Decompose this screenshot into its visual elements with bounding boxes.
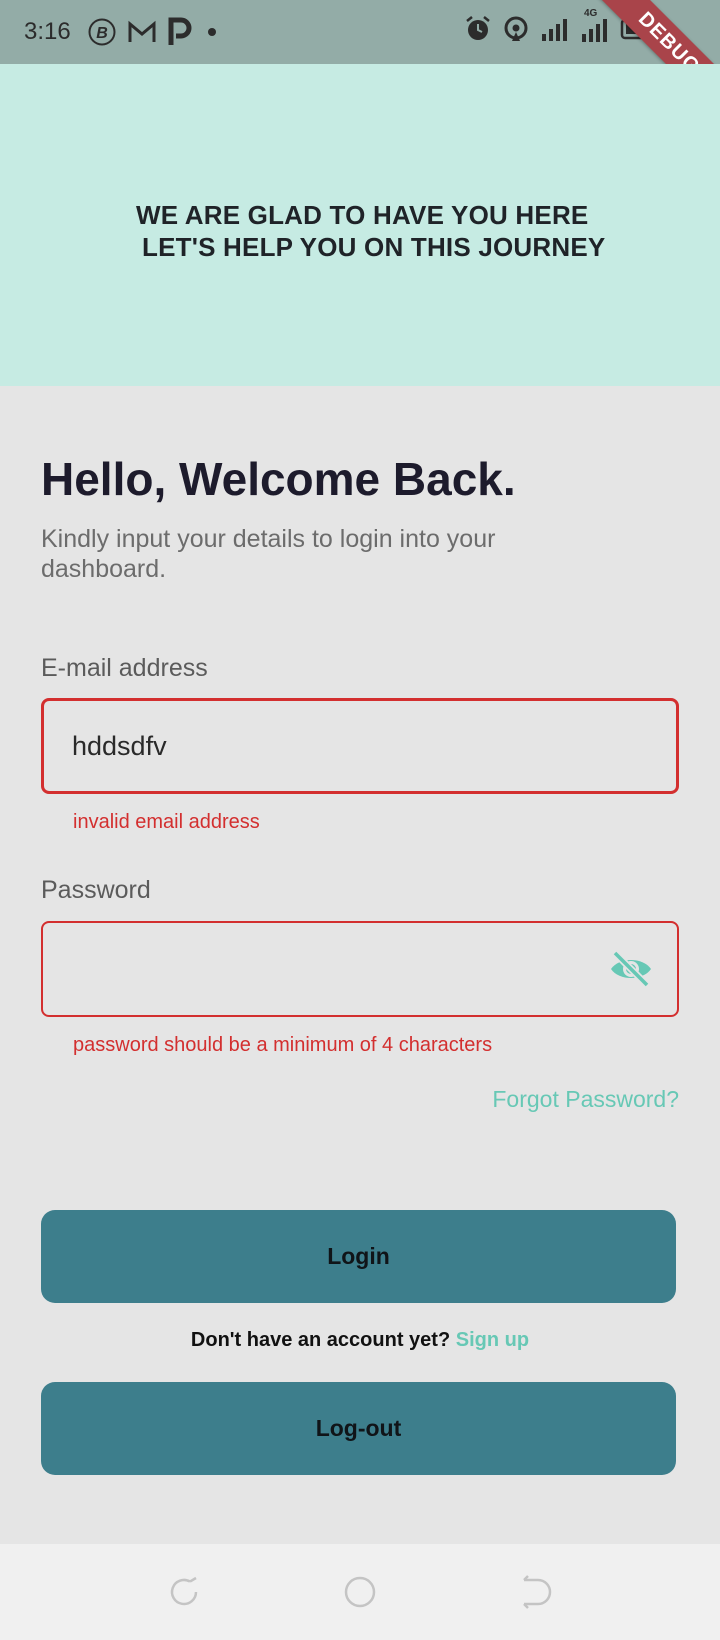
network-type-label: 4G bbox=[584, 8, 598, 19]
signup-row: Don't have an account yet? Sign up bbox=[0, 1329, 720, 1352]
email-field[interactable] bbox=[72, 701, 592, 791]
login-screen: 3:16 B 4G DEBUG WE ARE GLAD TO HAVE YOU … bbox=[0, 0, 720, 1640]
recent-apps-icon[interactable] bbox=[166, 1574, 202, 1610]
signup-link[interactable]: Sign up bbox=[456, 1329, 529, 1351]
signup-prompt: Don't have an account yet? bbox=[190, 1329, 451, 1351]
navigation-bar bbox=[0, 1544, 720, 1640]
hero-line-2: LET'S HELP YOU ON THIS JOURNEY bbox=[142, 232, 606, 262]
email-field-container bbox=[41, 698, 679, 794]
gmail-icon bbox=[127, 19, 157, 45]
bitcoin-icon: B bbox=[87, 17, 117, 47]
signal-icon bbox=[540, 16, 570, 42]
password-label: Password bbox=[41, 876, 151, 904]
hero-line-1: WE ARE GLAD TO HAVE YOU HERE bbox=[136, 200, 589, 230]
back-icon[interactable] bbox=[518, 1574, 554, 1610]
signal-4g-icon: 4G bbox=[580, 8, 610, 44]
status-bar: 3:16 B 4G DEBUG bbox=[0, 0, 720, 123]
password-field[interactable] bbox=[71, 923, 591, 1015]
email-error-text: invalid email address bbox=[73, 811, 260, 833]
status-left: 3:16 B bbox=[24, 17, 221, 47]
login-button[interactable]: Login bbox=[41, 1210, 676, 1303]
home-icon[interactable] bbox=[342, 1574, 378, 1610]
alarm-icon bbox=[464, 15, 492, 43]
email-label: E-mail address bbox=[41, 654, 208, 682]
page-title: Hello, Welcome Back. bbox=[41, 453, 516, 505]
eye-off-icon[interactable] bbox=[609, 949, 653, 989]
password-error-text: password should be a minimum of 4 charac… bbox=[73, 1034, 493, 1056]
password-field-container bbox=[41, 921, 679, 1017]
notification-dot-icon bbox=[203, 23, 221, 41]
hotspot-icon bbox=[502, 15, 530, 43]
status-time: 3:16 bbox=[24, 18, 71, 45]
page-subtitle: Kindly input your details to login into … bbox=[41, 525, 496, 583]
hero-banner: WE ARE GLAD TO HAVE YOU HERE LET'S HELP … bbox=[0, 64, 720, 386]
forgot-password-link[interactable]: Forgot Password? bbox=[492, 1086, 679, 1113]
p-app-icon bbox=[167, 17, 193, 47]
logout-button[interactable]: Log-out bbox=[41, 1382, 676, 1475]
svg-text:B: B bbox=[96, 25, 108, 42]
